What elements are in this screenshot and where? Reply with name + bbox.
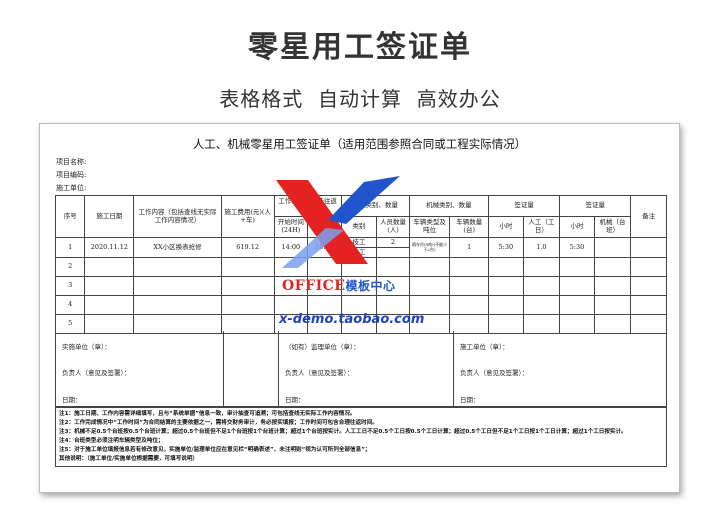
header-date: 施工日期 — [84, 195, 135, 238]
header-machine-shifts: 机械（台班） — [593, 216, 632, 238]
row-4-seq: 4 — [54, 295, 86, 315]
note-3: 注3：机械不足0.5个台班按0.5个台班计算；超过0.5个台班但不足1个台班按1… — [59, 428, 627, 435]
impl-date-label: 日期： — [62, 396, 82, 404]
con-unit-label: 施工单位（章）： — [460, 343, 509, 351]
con-date-label: 日期： — [460, 396, 480, 404]
row-1-date: 2020.11.12 — [84, 237, 135, 258]
contractor-label: 施工单位: — [56, 184, 87, 192]
header-machine-qty: 车辆数量(台) — [449, 216, 490, 238]
header-machine: 机械类别、数量 — [408, 195, 490, 217]
watermark-brand-en: OFFICE — [282, 278, 346, 294]
row-1-hour-labor: 5:30 — [488, 237, 524, 258]
watermark-brand: OFFICE模板中心 — [282, 277, 395, 294]
header-labor-days: 人工（工日） — [522, 216, 561, 238]
header-hour-labor: 小时 — [488, 216, 524, 238]
row-1-hour-machine: 5:30 — [559, 237, 595, 258]
note-5: 注5：对于施工单位填报信息若有修改意见，实施单位/监理单位应在意见栏“明确表述”… — [59, 446, 371, 453]
watermark-x-logo-icon — [276, 176, 400, 268]
supervisor-block: （如有）监理单位（章）： 负责人（意见及签署）： 日期： — [278, 331, 454, 407]
implementing-unit-block: 实施单位（章）： 负责人（意见及签署）： 日期： — [56, 331, 224, 407]
sup-date-label: 日期： — [285, 396, 305, 404]
project-name-label: 项目名称: — [56, 158, 87, 166]
sup-unit-label: （如有）监理单位（章）： — [285, 343, 360, 351]
header-seq: 序号 — [54, 195, 86, 238]
hero-title: 零星用工签证单 — [248, 30, 472, 65]
row-1-remark — [630, 237, 667, 258]
note-2: 注2：工作完成情况中“工作时间”为合同结算的主要依据之一，需将交财务审计，务必按… — [59, 419, 378, 426]
note-1: 注1：施工日期、工作内容需详细填写，且与“系统单据”信息一致，审计抽查可追溯；可… — [59, 411, 356, 417]
signature-section: 实施单位（章）： 负责人（意见及签署）： 日期： （如有）监理单位（章）： 负责… — [55, 331, 667, 407]
row-1-content: XX小区换表抢修 — [133, 237, 222, 258]
row-2-seq: 2 — [54, 257, 86, 277]
note-4: 注4：台班类型必须注明车辆类型及吨位； — [59, 437, 164, 444]
project-code-label: 项目编码: — [56, 171, 87, 179]
header-cert-machine: 签证量 — [559, 195, 632, 217]
header-content: 工作内容（包括查线无实际工作内容情况） — [133, 195, 222, 238]
row-1-machine-qty: 1 — [449, 237, 490, 258]
hero-subtitle: 表格格式 自动计算 高效办公 — [219, 87, 501, 111]
con-person-label: 负责人（意见及签署）： — [460, 369, 529, 377]
document-title: 人工、机械零星用工签证单（适用范围参照合同或工程实际情况） — [192, 137, 527, 151]
header-hour-machine: 小时 — [559, 216, 595, 238]
header-cost: 施工费用(元)(人+车) — [220, 195, 275, 238]
note-other: 其他说明：（施工单位/实施单位根据需要，可填写说明） — [59, 455, 199, 462]
contractor-block: 施工单位（章）： 负责人（意见及签署）： 日期： — [454, 331, 668, 407]
impl-person-label: 负责人（意见及签署）： — [62, 369, 131, 377]
sup-person-label: 负责人（意见及签署）： — [285, 369, 354, 377]
watermark-url: x-demo.taobao.com — [279, 312, 425, 327]
row-1-cost: 619.12 — [220, 237, 275, 258]
row-1-labor-days: 1.0 — [522, 237, 561, 258]
row-1-machine-shifts — [593, 237, 632, 258]
notes-section: 注1：施工日期、工作内容需详细填写，且与“系统单据”信息一致，审计抽查可追溯；可… — [55, 407, 667, 467]
impl-unit-label: 实施单位（章）： — [62, 343, 111, 351]
row-1-seq: 1 — [54, 237, 86, 258]
header-cert-labor: 签证量 — [488, 195, 561, 217]
header-remark: 备注 — [630, 195, 667, 238]
row-3-seq: 3 — [54, 276, 86, 296]
watermark-brand-cn: 模板中心 — [345, 279, 396, 293]
